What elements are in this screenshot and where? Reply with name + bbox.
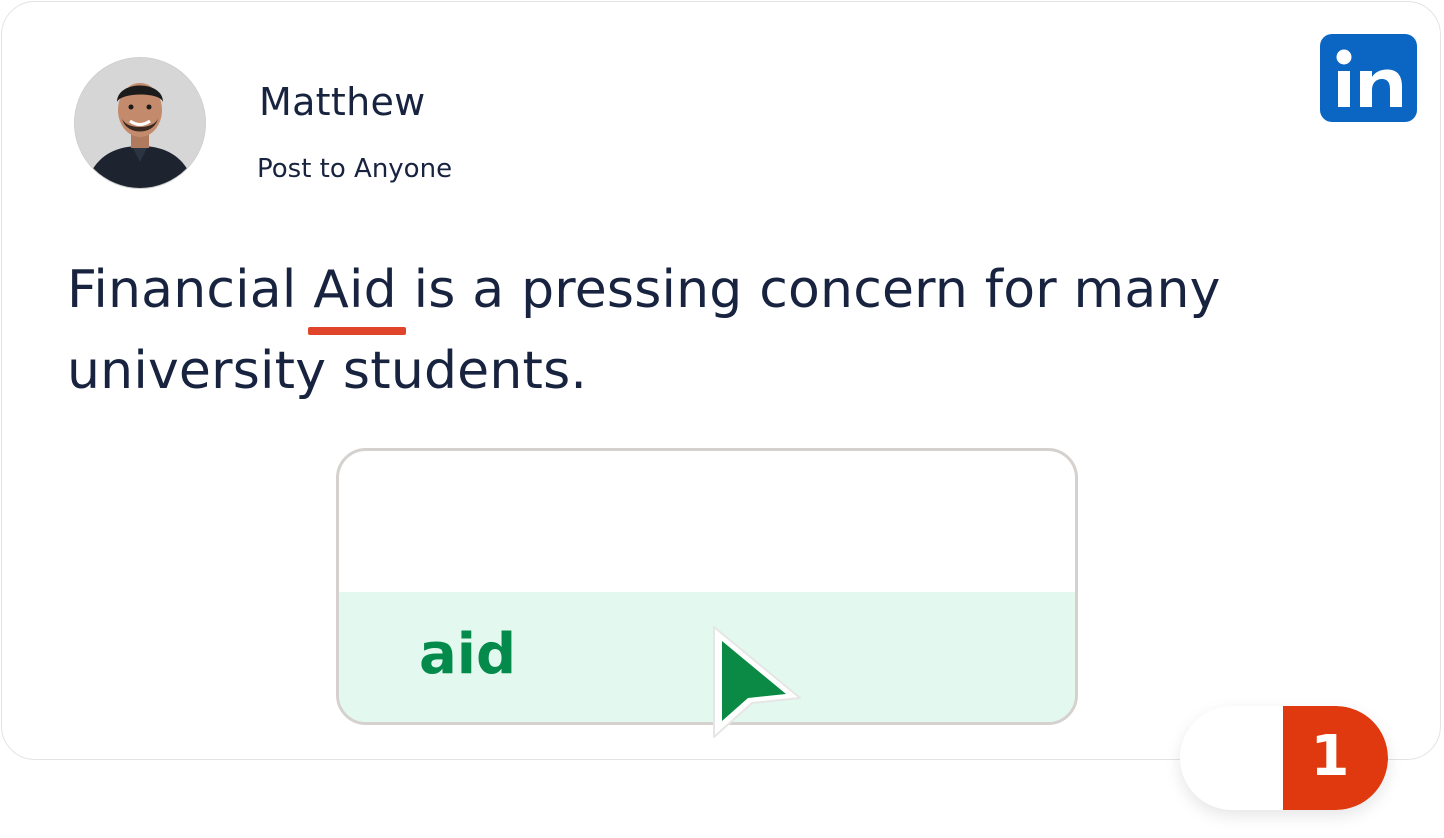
avatar-photo	[75, 58, 205, 188]
post-text[interactable]: Financial Aid is a pressing concern for …	[67, 250, 1367, 412]
linkedin-logo-icon	[1320, 34, 1417, 122]
avatar	[74, 57, 206, 189]
suggestion-card: aid	[336, 448, 1078, 725]
post-visibility[interactable]: Post to Anyone	[257, 154, 452, 184]
issue-counter[interactable]: 1	[1180, 706, 1388, 810]
author-name[interactable]: Matthew	[259, 80, 426, 124]
flagged-word[interactable]: Aid	[308, 250, 406, 335]
issue-count: 1	[1310, 724, 1350, 789]
suggestion-option[interactable]: aid	[339, 592, 1075, 722]
stage: Matthew Post to Anyone Financial Aid is …	[0, 0, 1444, 838]
issue-count-badge: 1	[1283, 706, 1388, 810]
post-text-before: Financial	[67, 260, 314, 320]
suggestion-replacement[interactable]: aid	[419, 622, 516, 687]
pointer-cursor-icon	[708, 621, 808, 741]
